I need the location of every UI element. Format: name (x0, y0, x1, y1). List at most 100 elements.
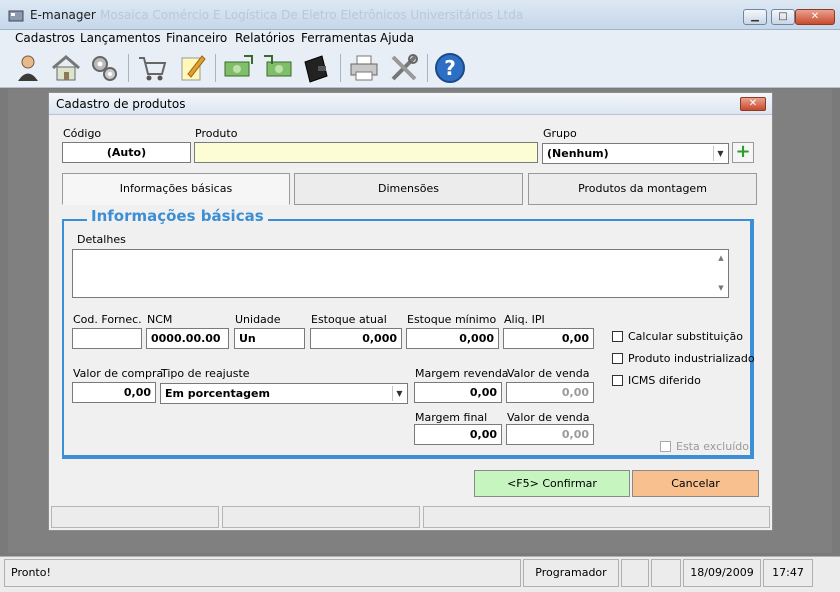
icms-diferido-label: ICMS diferido (628, 374, 701, 387)
estoque-minimo-label: Estoque mínimo (407, 313, 497, 326)
dialog-status-panel (51, 506, 219, 528)
status-panel (621, 559, 649, 587)
svg-text:?: ? (444, 56, 456, 80)
user-icon[interactable] (12, 52, 44, 84)
estoque-minimo-field[interactable]: 0,000 (406, 328, 499, 349)
scroll-up-icon[interactable]: ▲ (714, 254, 728, 262)
tab-produtos-montagem[interactable]: Produtos da montagem (528, 173, 757, 205)
checkbox-box[interactable] (612, 353, 623, 364)
product-dialog: Cadastro de produtos ✕ Código (Auto) Pro… (48, 92, 773, 531)
ncm-field[interactable]: 0000.00.00 (146, 328, 229, 349)
scroll-down-icon[interactable]: ▼ (714, 284, 728, 292)
valor-venda2-label: Valor de venda (507, 411, 590, 424)
dialog-status-panel (423, 506, 770, 528)
margem-final-field[interactable]: 0,00 (414, 424, 502, 445)
detalhes-scrollbar[interactable]: ▲ ▼ (714, 250, 728, 297)
unidade-label: Unidade (235, 313, 281, 326)
ncm-label: NCM (147, 313, 173, 326)
esta-excluido-label: Esta excluído (676, 440, 749, 453)
detalhes-label: Detalhes (77, 233, 126, 246)
icms-diferido-checkbox[interactable]: ICMS diferido (612, 374, 701, 387)
house-icon[interactable] (50, 52, 82, 84)
menu-cadastros[interactable]: Cadastros (15, 31, 75, 45)
valor-venda2-field[interactable]: 0,00 (506, 424, 594, 445)
cod-fornec-label: Cod. Fornec. (73, 313, 142, 326)
menu-ajuda[interactable]: Ajuda (380, 31, 414, 45)
close-button[interactable]: ✕ (795, 9, 835, 25)
dialog-close-button[interactable]: ✕ (740, 97, 766, 111)
chevron-down-icon[interactable]: ▼ (713, 146, 727, 161)
valor-compra-label: Valor de compra (73, 367, 164, 380)
printer-icon[interactable] (348, 52, 380, 84)
wallet-icon[interactable] (300, 52, 332, 84)
codigo-field[interactable]: (Auto) (62, 142, 191, 163)
produto-field[interactable] (194, 142, 538, 163)
money-in-icon[interactable] (262, 52, 294, 84)
estoque-atual-field[interactable]: 0,000 (310, 328, 402, 349)
grupo-select[interactable]: (Nenhum) ▼ (542, 143, 729, 164)
status-bar: Pronto! Programador 18/09/2009 17:47 (0, 556, 840, 592)
money-out-icon[interactable] (222, 52, 254, 84)
confirmar-button[interactable]: <F5> Confirmar (474, 470, 630, 497)
unidade-field[interactable]: Un (234, 328, 305, 349)
margem-revenda-label: Margem revenda (415, 367, 509, 380)
grupo-label: Grupo (543, 127, 577, 140)
checkbox-box[interactable] (612, 375, 623, 386)
toolbar-separator (128, 54, 129, 82)
detalhes-textarea[interactable]: ▲ ▼ (72, 249, 729, 298)
plus-icon: + (735, 141, 751, 162)
status-time: 17:47 (763, 559, 813, 587)
valor-venda-label: Valor de venda (507, 367, 590, 380)
minimize-button[interactable]: ▁ (743, 9, 767, 25)
dialog-status-panel (222, 506, 420, 528)
estoque-atual-label: Estoque atual (311, 313, 387, 326)
menu-financeiro[interactable]: Financeiro (166, 31, 227, 45)
chevron-down-icon[interactable]: ▼ (392, 386, 406, 401)
group-title: Informações básicas (87, 207, 268, 225)
status-message: Pronto! (4, 559, 521, 587)
cancelar-button[interactable]: Cancelar (632, 470, 759, 497)
tab-informacoes-basicas[interactable]: Informações básicas (62, 173, 290, 205)
window-subtitle: Mosaica Comércio E Logística De Eletro E… (100, 8, 524, 22)
add-grupo-button[interactable]: + (732, 142, 754, 163)
valor-compra-field[interactable]: 0,00 (72, 382, 156, 403)
toolbar-separator (340, 54, 341, 82)
dialog-status-bar (51, 506, 770, 528)
checkbox-box[interactable] (612, 331, 623, 342)
status-date: 18/09/2009 (683, 559, 761, 587)
status-panel (651, 559, 681, 587)
menu-ferramentas[interactable]: Ferramentas (301, 31, 377, 45)
window-title: E-manager (30, 8, 96, 22)
toolbar: ? (0, 48, 840, 88)
tipo-reajuste-value: Em porcentagem (165, 387, 270, 400)
calc-substituicao-checkbox[interactable]: Calcular substituição (612, 330, 743, 343)
margem-revenda-field[interactable]: 0,00 (414, 382, 502, 403)
tab-dimensoes[interactable]: Dimensões (294, 173, 523, 205)
produto-industrializado-label: Produto industrializado (628, 352, 755, 365)
edit-note-icon[interactable] (176, 52, 208, 84)
help-icon[interactable]: ? (434, 52, 466, 84)
status-user: Programador (523, 559, 619, 587)
menu-relatorios[interactable]: Relatórios (235, 31, 295, 45)
menu-bar: Cadastros Lançamentos Financeiro Relatór… (0, 30, 840, 48)
aliq-ipi-label: Aliq. IPI (504, 313, 545, 326)
dialog-title-bar: Cadastro de produtos ✕ (49, 93, 772, 115)
tipo-reajuste-select[interactable]: Em porcentagem ▼ (160, 383, 408, 404)
codigo-label: Código (63, 127, 102, 140)
valor-venda-field[interactable]: 0,00 (506, 382, 594, 403)
aliq-ipi-field[interactable]: 0,00 (503, 328, 594, 349)
cod-fornec-field[interactable] (72, 328, 142, 349)
dialog-title: Cadastro de produtos (56, 97, 186, 111)
maximize-button[interactable]: □ (771, 9, 795, 25)
tipo-reajuste-label: Tipo de reajuste (161, 367, 250, 380)
tools-icon[interactable] (388, 52, 420, 84)
esta-excluido-checkbox[interactable]: Esta excluído (660, 440, 749, 453)
gears-icon[interactable] (88, 52, 120, 84)
checkbox-box[interactable] (660, 441, 671, 452)
produto-industrializado-checkbox[interactable]: Produto industrializado (612, 352, 755, 365)
margem-final-label: Margem final (415, 411, 488, 424)
calc-substituicao-label: Calcular substituição (628, 330, 743, 343)
grupo-select-value: (Nenhum) (547, 147, 609, 160)
menu-lancamentos[interactable]: Lançamentos (80, 31, 161, 45)
cart-icon[interactable] (136, 52, 168, 84)
